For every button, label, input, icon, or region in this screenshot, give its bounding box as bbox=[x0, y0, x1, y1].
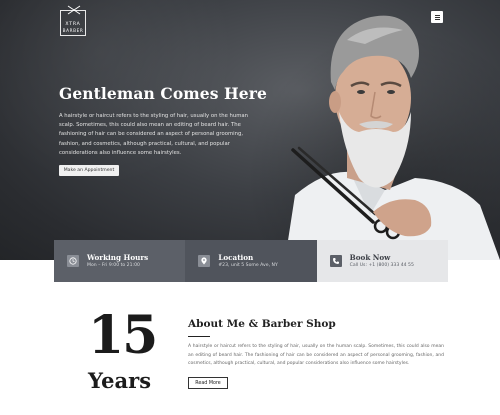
make-appointment-button[interactable]: Make an Appointment bbox=[59, 165, 119, 176]
about-description: A hairstyle or haircut refers to the sty… bbox=[188, 344, 444, 367]
menu-icon-bar bbox=[434, 16, 440, 18]
site-logo[interactable]: XTRA BARBER bbox=[60, 5, 86, 36]
info-working-hours: Working Hours Mon – Fri 9:00 to 21:00 bbox=[54, 240, 186, 282]
info-title: Location bbox=[218, 252, 254, 262]
info-subtitle: #23, unit 5 Some Ave, NY bbox=[218, 262, 278, 268]
clock-icon bbox=[67, 255, 79, 267]
read-more-button[interactable]: Read More bbox=[188, 377, 228, 389]
info-subtitle: Mon – Fri 9:00 to 21:00 bbox=[87, 262, 140, 268]
hero-section: XTRA BARBER Gentleman Comes Here A hairs… bbox=[0, 0, 500, 260]
hero-title: Gentleman Comes Here bbox=[59, 84, 267, 103]
hamburger-menu-button[interactable] bbox=[431, 11, 443, 23]
about-title: About Me & Barber Shop bbox=[188, 318, 336, 330]
menu-icon-bar bbox=[434, 18, 440, 20]
info-text: Location #23, unit 5 Some Ave, NY bbox=[218, 252, 278, 269]
menu-icon-bar bbox=[434, 14, 440, 16]
title-divider bbox=[188, 336, 210, 337]
hero-description: A hairstyle or haircut refers to the sty… bbox=[59, 113, 248, 156]
years-number: 15 bbox=[88, 305, 158, 366]
scissors-logo-icon bbox=[67, 5, 81, 15]
info-location: Location #23, unit 5 Some Ave, NY bbox=[185, 240, 317, 282]
years-label: Years bbox=[88, 368, 152, 393]
phone-icon bbox=[329, 255, 342, 267]
logo-text-bottom: BARBER bbox=[62, 27, 84, 33]
info-text: Working Hours Mon – Fri 9:00 to 21:00 bbox=[87, 252, 149, 269]
barber-portrait-image bbox=[285, 15, 500, 260]
info-bar: Working Hours Mon – Fri 9:00 to 21:00 Lo… bbox=[54, 240, 448, 282]
info-text: Book Now Call Us: +1 (800) 333 44 55 bbox=[349, 252, 414, 269]
info-title: Working Hours bbox=[87, 252, 149, 262]
info-book-now[interactable]: Book Now Call Us: +1 (800) 333 44 55 bbox=[316, 240, 448, 282]
location-pin-icon bbox=[198, 255, 211, 267]
info-title: Book Now bbox=[349, 252, 391, 262]
info-subtitle: Call Us: +1 (800) 333 44 55 bbox=[349, 262, 414, 268]
